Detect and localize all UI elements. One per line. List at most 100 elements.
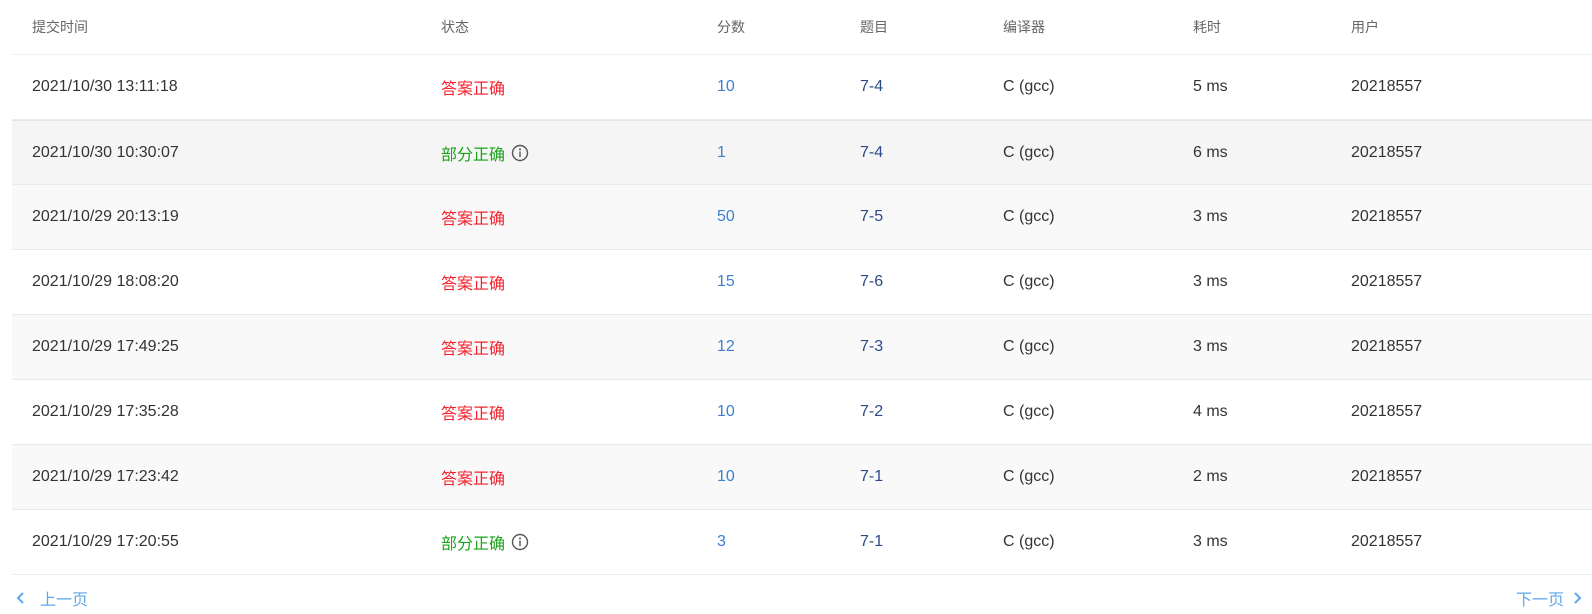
compiler-text: C (gcc): [1003, 468, 1055, 485]
header-status: 状态: [441, 19, 469, 35]
header-time: 提交时间: [32, 19, 88, 35]
problem-link-text: 7-4: [860, 78, 884, 95]
cell-score-link[interactable]: 12: [717, 315, 735, 379]
cell-score-link[interactable]: 10: [717, 380, 735, 444]
cell-problem-link[interactable]: 7-2: [860, 380, 883, 444]
compiler-text: C (gcc): [1003, 403, 1055, 420]
cell-score-link[interactable]: 50: [717, 185, 735, 249]
cell-user: 20218557: [1351, 380, 1422, 444]
compiler-text: C (gcc): [1003, 78, 1055, 95]
cell-time-cost: 3 ms: [1193, 185, 1228, 249]
submit-time-text: 2021/10/30 13:11:18: [32, 78, 178, 95]
time-cost-text: 5 ms: [1193, 78, 1228, 95]
submit-time-text: 2021/10/29 17:49:25: [32, 338, 179, 355]
status-text: 答案正确: [441, 341, 506, 358]
cell-submit-time: 2021/10/29 17:35:28: [32, 380, 179, 444]
table-header: 提交时间 状态 分数 题目 编译器 耗时 用户: [12, 0, 1592, 55]
cell-compiler: C (gcc): [1003, 185, 1055, 249]
cell-status[interactable]: 答案正确: [441, 250, 505, 314]
table-row: 2021/10/29 17:20:55 部分正确 3 7-1 C (gcc) 3 ms 20…: [12, 510, 1592, 575]
header-problem: 题目: [860, 19, 888, 35]
cell-status[interactable]: 答案正确: [441, 445, 505, 509]
cell-time-cost: 2 ms: [1193, 445, 1228, 509]
cell-time-cost: 4 ms: [1193, 380, 1228, 444]
cell-user: 20218557: [1351, 185, 1422, 249]
submit-time-text: 2021/10/29 20:13:19: [32, 208, 179, 225]
header-score: 分数: [717, 19, 745, 35]
table-body: 2021/10/30 13:11:18 答案正确 10 7-4 C (gcc) 5 ms 2…: [12, 55, 1592, 575]
time-cost-text: 6 ms: [1193, 143, 1228, 161]
table-row: 2021/10/29 20:13:19 答案正确 50 7-5 C (gcc) 3 ms 2…: [12, 185, 1592, 250]
prev-page-button[interactable]: 上一页: [16, 586, 88, 610]
cell-problem-link[interactable]: 7-4: [860, 55, 883, 119]
score-link-text: 12: [717, 338, 735, 355]
cell-score-link[interactable]: 10: [717, 445, 735, 509]
cell-problem-link[interactable]: 7-5: [860, 185, 883, 249]
time-cost-text: 3 ms: [1193, 273, 1228, 290]
score-link-text: 3: [717, 533, 726, 550]
cell-submit-time: 2021/10/30 13:11:18: [32, 55, 178, 119]
cell-problem-link[interactable]: 7-1: [860, 510, 883, 574]
next-page-button[interactable]: 下一页: [1516, 586, 1582, 610]
cell-compiler: C (gcc): [1003, 250, 1055, 314]
cell-compiler: C (gcc): [1003, 510, 1055, 574]
cell-problem-link[interactable]: 7-4: [860, 121, 883, 184]
cell-status[interactable]: 答案正确: [441, 185, 505, 249]
cell-score-link[interactable]: 1: [717, 121, 726, 184]
cell-status[interactable]: 部分正确: [441, 121, 529, 184]
cell-problem-link[interactable]: 7-3: [860, 315, 883, 379]
submit-time-text: 2021/10/30 10:30:07: [32, 143, 179, 161]
submit-time-text: 2021/10/29 17:20:55: [32, 533, 179, 550]
cell-submit-time: 2021/10/29 17:49:25: [32, 315, 179, 379]
status-text: 部分正确: [441, 146, 506, 164]
submit-time-text: 2021/10/29 18:08:20: [32, 273, 179, 290]
score-link-text: 10: [717, 468, 735, 485]
cell-submit-time: 2021/10/30 10:30:07: [32, 121, 179, 184]
time-cost-text: 2 ms: [1193, 468, 1228, 485]
cell-status[interactable]: 答案正确: [441, 55, 505, 119]
cell-problem-link[interactable]: 7-1: [860, 445, 883, 509]
cell-user: 20218557: [1351, 55, 1422, 119]
status-text: 答案正确: [441, 406, 506, 423]
user-text: 20218557: [1351, 273, 1423, 290]
problem-link-text: 7-5: [860, 208, 884, 225]
cell-time-cost: 5 ms: [1193, 55, 1228, 119]
cell-compiler: C (gcc): [1003, 445, 1055, 509]
problem-link-text: 7-2: [860, 403, 884, 420]
table-row: 2021/10/29 17:23:42 答案正确 10 7-1 C (gcc) 2 ms 2…: [12, 445, 1592, 510]
cell-time-cost: 3 ms: [1193, 315, 1228, 379]
cell-status[interactable]: 部分正确: [441, 510, 529, 574]
chevron-right-icon: [1572, 592, 1582, 604]
cell-problem-link[interactable]: 7-6: [860, 250, 883, 314]
score-link-text: 10: [717, 403, 735, 420]
problem-link-text: 7-3: [860, 338, 884, 355]
user-text: 20218557: [1351, 468, 1423, 485]
cell-user: 20218557: [1351, 315, 1422, 379]
chevron-left-icon: [16, 592, 26, 604]
problem-link-text: 7-1: [860, 468, 884, 485]
cell-score-link[interactable]: 15: [717, 250, 735, 314]
cell-compiler: C (gcc): [1003, 121, 1055, 184]
info-icon[interactable]: [511, 533, 529, 551]
cell-status[interactable]: 答案正确: [441, 315, 505, 379]
pagination: 上一页 下一页: [0, 586, 1592, 614]
submit-time-text: 2021/10/29 17:23:42: [32, 468, 179, 485]
cell-score-link[interactable]: 3: [717, 510, 726, 574]
status-text: 答案正确: [441, 276, 506, 293]
table-row: 2021/10/29 18:08:20 答案正确 15 7-6 C (gcc) 3 ms 2…: [12, 250, 1592, 315]
header-user: 用户: [1351, 19, 1379, 35]
submissions-table: 提交时间 状态 分数 题目 编译器 耗时 用户 2021/10/30 13:11…: [12, 0, 1592, 575]
cell-submit-time: 2021/10/29 20:13:19: [32, 185, 179, 249]
time-cost-text: 4 ms: [1193, 403, 1228, 420]
score-link-text: 10: [717, 78, 735, 95]
time-cost-text: 3 ms: [1193, 208, 1228, 225]
problem-link-text: 7-4: [860, 143, 884, 161]
table-row: 2021/10/30 10:30:07 部分正确 1 7-4 C (gcc) 6 ms 20…: [12, 120, 1592, 185]
user-text: 20218557: [1351, 338, 1423, 355]
user-text: 20218557: [1351, 403, 1423, 420]
info-icon[interactable]: [511, 144, 529, 162]
table-row: 2021/10/29 17:49:25 答案正确 12 7-3 C (gcc) 3 ms 2…: [12, 315, 1592, 380]
compiler-text: C (gcc): [1003, 273, 1055, 290]
cell-score-link[interactable]: 10: [717, 55, 735, 119]
cell-status[interactable]: 答案正确: [441, 380, 505, 444]
